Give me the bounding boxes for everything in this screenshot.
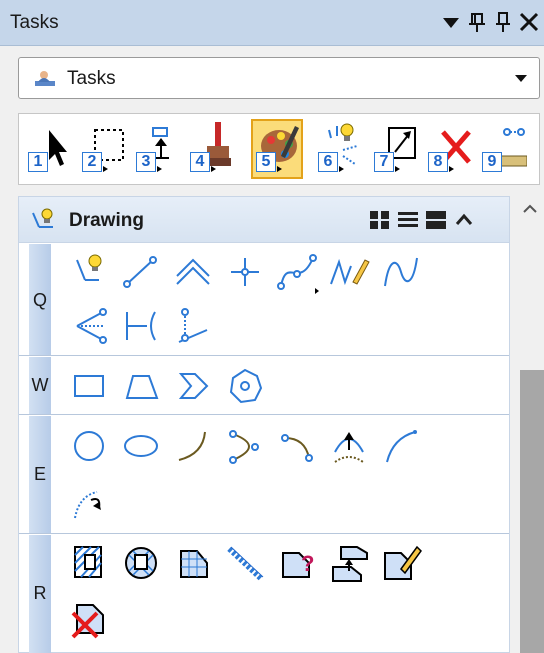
match-pattern-attributes-icon[interactable]: [327, 541, 371, 585]
tool-number: 1: [28, 152, 48, 172]
shortcut-key-e: E: [29, 416, 51, 533]
modify-arc-axis-icon[interactable]: [67, 480, 111, 524]
submenu-indicator-icon: [103, 166, 108, 172]
drawing-panel-header[interactable]: Drawing: [19, 197, 509, 243]
linear-pattern-icon[interactable]: [223, 541, 267, 585]
place-smartline-icon: [29, 205, 57, 233]
tool-manipulate[interactable]: 3: [135, 114, 181, 184]
task-pane-titlebar: Tasks: [0, 0, 544, 46]
shortcut-key-w: W: [29, 357, 51, 414]
place-block-icon[interactable]: [67, 364, 111, 408]
measure-icon: [500, 128, 527, 167]
place-orthogonal-shape-icon[interactable]: [171, 364, 215, 408]
show-pattern-attributes-icon[interactable]: ?: [275, 541, 319, 585]
shortcut-key-r: R: [29, 535, 51, 653]
scale-icon: [388, 127, 416, 159]
place-ellipse-icon[interactable]: [119, 424, 163, 468]
place-line-icon[interactable]: [119, 250, 163, 294]
tool-number: 5: [256, 152, 276, 172]
window-title: Tasks: [10, 12, 59, 33]
shortcut-row-q: Q: [19, 244, 509, 356]
modify-arc-radius-icon[interactable]: [327, 424, 371, 468]
submenu-indicator-icon: [339, 166, 344, 172]
pattern-area-icon[interactable]: [171, 541, 215, 585]
icons-view-icon[interactable]: [369, 210, 391, 230]
svg-text:?: ?: [301, 551, 314, 576]
drawing-panel-title: Drawing: [69, 210, 144, 231]
main-toolbox: 1 2 3 4 5 6 7 8 9: [18, 113, 540, 185]
palette-icon: [261, 126, 299, 162]
shortcut-key-q: Q: [29, 244, 51, 355]
crosshatch-area-icon[interactable]: [119, 541, 163, 585]
panel-scrollbar[interactable]: [516, 196, 544, 653]
fence-icon: [94, 129, 124, 161]
submenu-indicator-icon: [449, 166, 454, 172]
scrollbar-thumb[interactable]: [520, 370, 544, 653]
delete-pattern-icon[interactable]: [67, 597, 111, 641]
tool-scale[interactable]: 7: [373, 114, 419, 184]
place-shape-icon[interactable]: [119, 364, 163, 408]
task-selector-value: Tasks: [67, 68, 116, 89]
list-view-icon[interactable]: [397, 210, 419, 230]
tool-smartline[interactable]: 6: [317, 114, 363, 184]
place-curve-icon[interactable]: [275, 250, 319, 294]
task-selector-dropdown[interactable]: Tasks: [18, 57, 540, 99]
place-point-icon[interactable]: [223, 250, 267, 294]
tool-number: 7: [374, 152, 394, 172]
tool-drawing-palette[interactable]: 5: [251, 114, 303, 184]
submenu-indicator-icon: [277, 166, 282, 172]
tool-number: 6: [318, 152, 338, 172]
place-smartline-spark-icon: [328, 123, 358, 165]
pin-icon[interactable]: [466, 8, 488, 36]
manipulate-icon: [152, 127, 169, 159]
modify-arc-angle-icon[interactable]: [379, 424, 423, 468]
place-arc-icon[interactable]: [171, 424, 215, 468]
submenu-indicator-icon: [211, 166, 216, 172]
submenu-indicator-icon: [395, 166, 400, 172]
hatch-area-icon[interactable]: [67, 541, 111, 585]
shortcut-row-r: R ?: [19, 535, 509, 653]
delete-icon: [441, 130, 471, 164]
tool-number: 2: [82, 152, 102, 172]
shortcut-row-w: W: [19, 357, 509, 415]
collapse-icon[interactable]: [453, 210, 475, 230]
large-view-icon[interactable]: [425, 210, 447, 230]
place-multiline-icon[interactable]: [171, 250, 215, 294]
tool-fence[interactable]: 2: [81, 114, 127, 184]
submenu-indicator-icon: [157, 166, 162, 172]
tool-number: 3: [136, 152, 156, 172]
drawing-tools-panel: Drawing Q W E R ?: [18, 196, 510, 653]
close-icon[interactable]: [518, 8, 540, 36]
pushpin-icon[interactable]: [492, 8, 514, 36]
construct-angle-bisector-icon[interactable]: [67, 304, 111, 348]
change-pattern-icon[interactable]: [379, 541, 423, 585]
modify-brush-icon: [205, 122, 231, 166]
shortcut-row-e: E: [19, 416, 509, 534]
tool-delete[interactable]: 8: [427, 114, 473, 184]
scroll-up-icon[interactable]: [516, 196, 544, 222]
chevron-down-icon[interactable]: [503, 58, 539, 98]
construct-perpendicular-icon[interactable]: [119, 304, 163, 348]
place-circle-icon[interactable]: [67, 424, 111, 468]
place-regular-polygon-icon[interactable]: [223, 364, 267, 408]
task-navigation-icon: [33, 68, 57, 88]
tool-number: 4: [190, 152, 210, 172]
construct-line-at-angle-icon[interactable]: [171, 304, 215, 348]
tool-number: 8: [428, 152, 448, 172]
place-half-ellipse-icon[interactable]: [223, 424, 267, 468]
place-bspline-icon[interactable]: [379, 250, 423, 294]
tool-modify[interactable]: 4: [189, 114, 235, 184]
freehand-icon[interactable]: [327, 250, 371, 294]
place-quarter-ellipse-icon[interactable]: [275, 424, 319, 468]
element-selection-icon: [49, 130, 67, 166]
dropdown-icon[interactable]: [440, 8, 462, 36]
place-smartline-icon[interactable]: [67, 250, 111, 294]
tool-element-selection[interactable]: 1: [27, 114, 73, 184]
tool-measure[interactable]: 9: [481, 114, 527, 184]
tool-number: 9: [482, 152, 502, 172]
